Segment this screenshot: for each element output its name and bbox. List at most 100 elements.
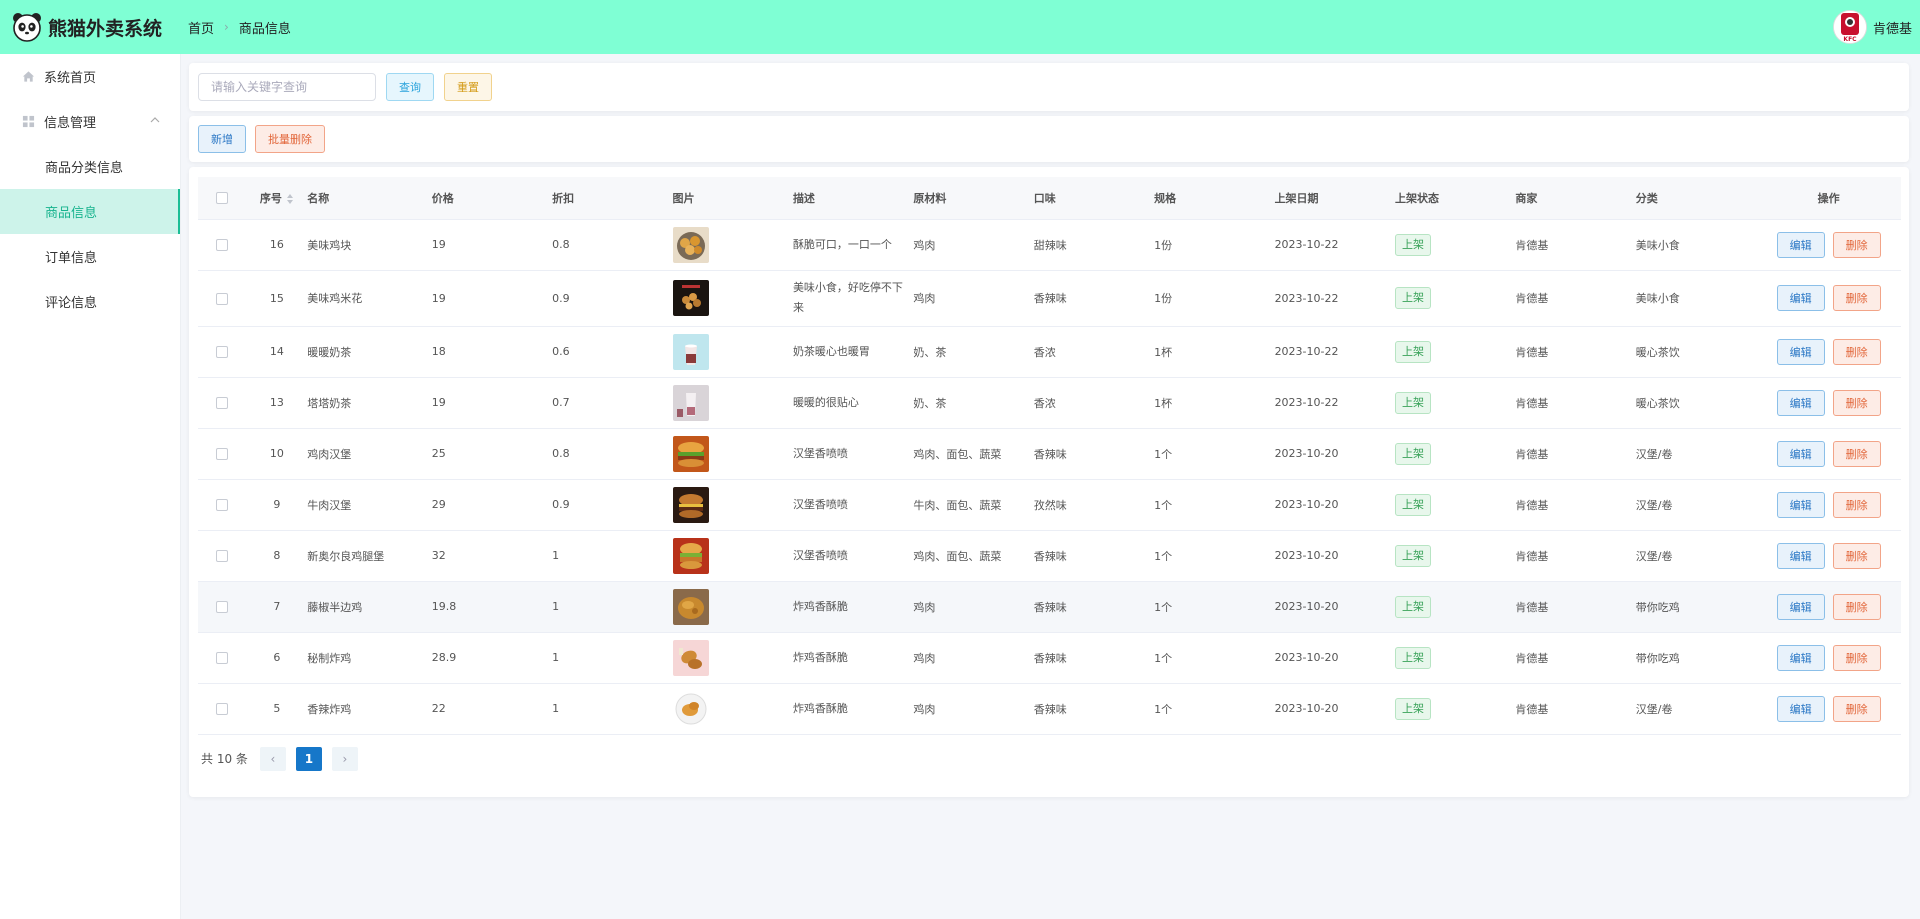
delete-button[interactable]: 删除: [1832, 440, 1881, 467]
cell-price: 19: [431, 377, 553, 429]
food-image-pepper-half-chicken[interactable]: [672, 588, 709, 625]
food-image-chicken-burger[interactable]: [672, 435, 709, 472]
page-number-button[interactable]: 1: [295, 746, 322, 771]
edit-button[interactable]: 编辑: [1776, 491, 1825, 518]
status-badge: 上架: [1394, 287, 1431, 309]
food-image-spicy-fried-chicken[interactable]: [672, 690, 709, 727]
food-image-popcorn-chicken[interactable]: [672, 280, 709, 316]
cell-date: 2023-10-22: [1274, 326, 1395, 378]
row-checkbox[interactable]: [216, 448, 229, 460]
edit-button[interactable]: 编辑: [1776, 542, 1825, 569]
cell-spec: 1个: [1154, 479, 1275, 531]
cell-category: 汉堡/卷: [1635, 428, 1757, 480]
row-checkbox[interactable]: [216, 601, 229, 613]
cell-price: 29: [431, 479, 553, 531]
row-checkbox[interactable]: [216, 292, 229, 305]
cell-desc: 奶茶暖心也暖胃: [792, 326, 914, 378]
cell-discount: 0.8: [552, 428, 673, 480]
row-checkbox[interactable]: [216, 703, 229, 715]
sidebar-item-category[interactable]: 商品分类信息: [0, 144, 180, 189]
food-image-milk-tea[interactable]: [672, 333, 709, 370]
header-status: 上架状态: [1394, 177, 1516, 220]
app-logo[interactable]: 熊猫外卖系统: [0, 12, 188, 42]
delete-button[interactable]: 删除: [1832, 542, 1881, 569]
cell-date: 2023-10-22: [1274, 377, 1395, 429]
cell-material: 鸡肉: [913, 683, 1034, 735]
header-price: 价格: [431, 177, 553, 220]
cell-name: 秘制炸鸡: [307, 632, 432, 684]
food-image-beef-burger[interactable]: [672, 486, 709, 523]
row-checkbox[interactable]: [216, 397, 229, 409]
edit-button[interactable]: 编辑: [1776, 644, 1825, 671]
delete-button[interactable]: 删除: [1832, 285, 1881, 311]
table-panel: 序号 名称 价格 折扣 图片 描述 原材料 口味 规格 上架日期 上架状态 商家…: [189, 167, 1909, 797]
edit-button[interactable]: 编辑: [1776, 593, 1825, 620]
delete-button[interactable]: 删除: [1832, 338, 1881, 365]
cell-material: 鸡肉、面包、蔬菜: [913, 530, 1034, 582]
edit-button[interactable]: 编辑: [1776, 695, 1825, 722]
food-image-chicken-nuggets[interactable]: [672, 226, 709, 263]
cell-date: 2023-10-20: [1274, 479, 1395, 531]
sidebar-item-home[interactable]: 系统首页: [0, 54, 180, 99]
delete-button[interactable]: 删除: [1832, 231, 1881, 258]
reset-button[interactable]: 重置: [444, 73, 492, 101]
sidebar-item-orders[interactable]: 订单信息: [0, 234, 180, 279]
food-image-tata-milk-tea[interactable]: [672, 384, 709, 421]
cell-material: 鸡肉: [913, 581, 1034, 633]
username: 肯德基: [1872, 21, 1912, 37]
breadcrumb: 首页 › 商品信息: [188, 18, 291, 37]
cell-category: 美味小食: [1635, 219, 1757, 271]
sidebar-item-goods[interactable]: 商品信息: [0, 189, 180, 234]
header-desc: 描述: [792, 177, 914, 220]
breadcrumb-current: 商品信息: [238, 21, 291, 37]
delete-button[interactable]: 删除: [1832, 491, 1881, 518]
row-checkbox[interactable]: [216, 239, 229, 251]
cell-price: 19: [431, 219, 553, 271]
delete-button[interactable]: 删除: [1832, 593, 1881, 620]
grid-icon: [22, 115, 35, 128]
sidebar-item-comments[interactable]: 评论信息: [0, 279, 180, 324]
food-image-new-orleans-burger[interactable]: [672, 537, 709, 574]
cell-material: 奶、茶: [913, 326, 1034, 378]
edit-button[interactable]: 编辑: [1776, 338, 1825, 365]
prev-page-button[interactable]: ‹: [259, 746, 286, 771]
delete-button[interactable]: 删除: [1832, 695, 1881, 722]
search-input[interactable]: [198, 73, 376, 101]
query-button[interactable]: 查询: [386, 73, 434, 101]
food-image-secret-fried-chicken[interactable]: [672, 639, 709, 676]
edit-button[interactable]: 编辑: [1776, 440, 1825, 467]
user-menu[interactable]: KFC 肯德基: [1832, 0, 1912, 54]
cell-category: 带你吃鸡: [1635, 632, 1757, 684]
table-row: 13 塔塔奶茶 19 0.7 暖暖的很贴心 奶、茶 香浓 1杯 2023-10-…: [198, 377, 1901, 429]
cell-id: 6: [246, 632, 308, 684]
cell-name: 鸡肉汉堡: [307, 428, 432, 480]
delete-button[interactable]: 删除: [1832, 389, 1881, 416]
edit-button[interactable]: 编辑: [1776, 231, 1825, 258]
svg-text:KFC: KFC: [1843, 36, 1857, 43]
sort-icon[interactable]: [286, 193, 294, 205]
cell-taste: 香辣味: [1033, 683, 1155, 735]
sidebar: 系统首页 信息管理 商品分类信息 商品信息 订单信息 评论信息: [0, 54, 181, 919]
edit-button[interactable]: 编辑: [1776, 389, 1825, 416]
table-row: 16 美味鸡块 19 0.8 酥脆可口，一口一个 鸡肉 甜辣味 1份 2023-…: [198, 219, 1901, 271]
avatar[interactable]: KFC: [1832, 10, 1867, 44]
row-checkbox[interactable]: [216, 550, 229, 562]
sidebar-group-label: 信息管理: [44, 116, 97, 131]
row-checkbox[interactable]: [216, 652, 229, 664]
edit-button[interactable]: 编辑: [1776, 285, 1825, 311]
select-all-checkbox[interactable]: [216, 192, 229, 205]
next-page-button[interactable]: ›: [331, 746, 358, 771]
cell-desc: 美味小食，好吃停不下来: [792, 270, 914, 327]
header-actions: 操作: [1756, 177, 1901, 220]
sidebar-item-label: 订单信息: [45, 251, 98, 266]
status-badge: 上架: [1394, 391, 1431, 414]
row-checkbox[interactable]: [216, 346, 229, 358]
delete-button[interactable]: 删除: [1832, 644, 1881, 671]
header-id[interactable]: 序号: [246, 177, 308, 220]
cell-price: 19.8: [431, 581, 553, 633]
sidebar-group-info-management[interactable]: 信息管理: [0, 99, 180, 144]
batch-delete-button[interactable]: 批量删除: [255, 125, 325, 153]
add-button[interactable]: 新增: [198, 125, 246, 153]
breadcrumb-home[interactable]: 首页: [188, 18, 214, 37]
row-checkbox[interactable]: [216, 499, 229, 511]
